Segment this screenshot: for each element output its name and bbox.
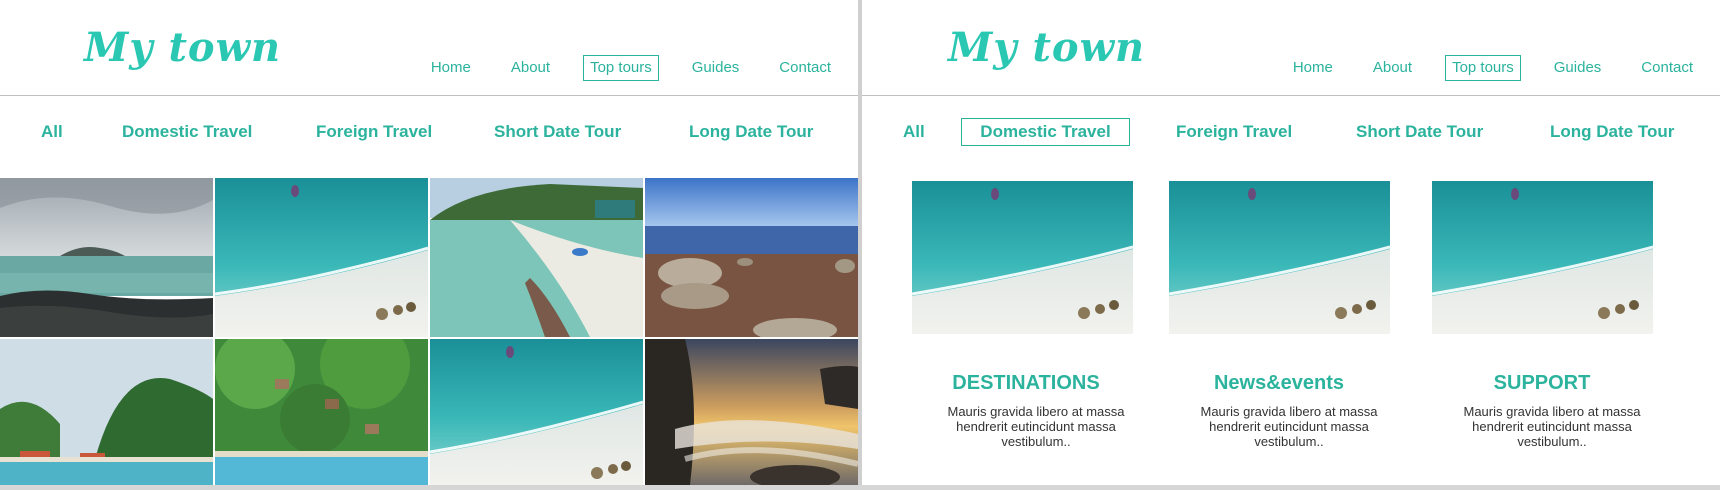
- gallery-photo-jungle-hill[interactable]: [215, 339, 428, 485]
- filter-all[interactable]: All: [902, 118, 926, 146]
- gallery-photo-beach-village[interactable]: [0, 339, 213, 485]
- nav-guides[interactable]: Guides: [685, 55, 747, 81]
- card-text-support: Mauris gravida libero at massa hendrerit…: [1463, 404, 1641, 449]
- filter-all[interactable]: All: [40, 118, 64, 146]
- filter-long-date-tour[interactable]: Long Date Tour: [1549, 118, 1675, 146]
- site-logo[interactable]: My town: [948, 24, 1145, 71]
- filter-long-date-tour[interactable]: Long Date Tour: [688, 118, 814, 146]
- nav-about[interactable]: About: [504, 55, 557, 81]
- site-logo[interactable]: My town: [84, 24, 281, 71]
- card-title-news-events[interactable]: News&events: [1149, 372, 1409, 395]
- nav-home[interactable]: Home: [424, 55, 478, 81]
- nav-contact[interactable]: Contact: [772, 55, 838, 81]
- card-image-news-events[interactable]: [1169, 181, 1390, 334]
- left-panel: My town Home About Top tours Guides Cont…: [0, 0, 858, 485]
- card-text-destinations: Mauris gravida libero at massa hendrerit…: [947, 404, 1125, 449]
- gallery-photo-tropical-bay[interactable]: [430, 178, 643, 337]
- filter-short-date-tour[interactable]: Short Date Tour: [493, 118, 622, 146]
- gallery-photo-rocky-coast[interactable]: [0, 178, 213, 337]
- header-divider: [0, 95, 858, 96]
- nav-about[interactable]: About: [1366, 55, 1419, 81]
- card-image-support[interactable]: [1432, 181, 1653, 334]
- right-panel: My town Home About Top tours Guides Cont…: [862, 0, 1720, 485]
- filter-foreign-travel[interactable]: Foreign Travel: [1175, 118, 1293, 146]
- filter-short-date-tour[interactable]: Short Date Tour: [1355, 118, 1484, 146]
- filter-bar: All Domestic Travel Foreign Travel Short…: [0, 118, 858, 148]
- gallery-photo-beach-aerial-2[interactable]: [430, 339, 643, 485]
- bottom-strip: [0, 485, 1720, 490]
- nav-guides[interactable]: Guides: [1547, 55, 1609, 81]
- main-nav: Home About Top tours Guides Contact: [1286, 55, 1700, 81]
- gallery-photo-sunset-waves[interactable]: [645, 339, 858, 485]
- card-title-support[interactable]: SUPPORT: [1412, 372, 1672, 395]
- photo-gallery: [0, 178, 858, 485]
- filter-domestic-travel[interactable]: Domestic Travel: [961, 118, 1130, 146]
- filter-foreign-travel[interactable]: Foreign Travel: [315, 118, 433, 146]
- nav-home[interactable]: Home: [1286, 55, 1340, 81]
- gallery-photo-beach-aerial[interactable]: [215, 178, 428, 337]
- card-title-destinations[interactable]: DESTINATIONS: [896, 372, 1156, 395]
- card-text-news-events: Mauris gravida libero at massa hendrerit…: [1200, 404, 1378, 449]
- nav-top-tours[interactable]: Top tours: [583, 55, 659, 81]
- gallery-photo-rocky-shore[interactable]: [645, 178, 858, 337]
- main-nav: Home About Top tours Guides Contact: [424, 55, 838, 81]
- nav-top-tours[interactable]: Top tours: [1445, 55, 1521, 81]
- filter-domestic-travel[interactable]: Domestic Travel: [121, 118, 253, 146]
- nav-contact[interactable]: Contact: [1634, 55, 1700, 81]
- filter-bar: All Domestic Travel Foreign Travel Short…: [862, 118, 1720, 148]
- header-divider: [862, 95, 1720, 96]
- card-image-destinations[interactable]: [912, 181, 1133, 334]
